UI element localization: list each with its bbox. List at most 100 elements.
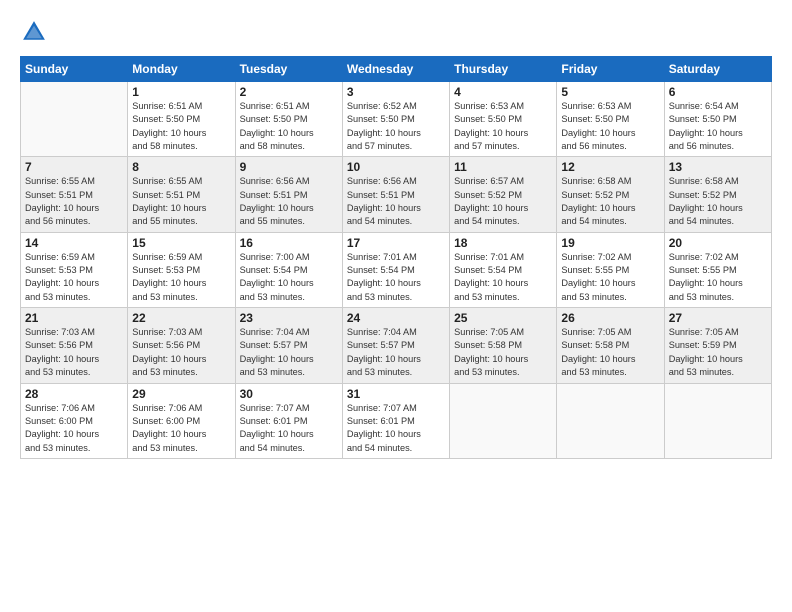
calendar-day-cell (557, 383, 664, 458)
calendar-day-cell: 6Sunrise: 6:54 AMSunset: 5:50 PMDaylight… (664, 82, 771, 157)
calendar-day-cell (21, 82, 128, 157)
calendar-day-header: Thursday (450, 57, 557, 82)
calendar-day-cell: 20Sunrise: 7:02 AMSunset: 5:55 PMDayligh… (664, 232, 771, 307)
day-number: 28 (25, 387, 123, 401)
day-number: 30 (240, 387, 338, 401)
day-info: Sunrise: 6:56 AMSunset: 5:51 PMDaylight:… (347, 175, 445, 228)
calendar-day-header: Monday (128, 57, 235, 82)
calendar-day-cell: 4Sunrise: 6:53 AMSunset: 5:50 PMDaylight… (450, 82, 557, 157)
day-number: 31 (347, 387, 445, 401)
calendar-day-cell: 14Sunrise: 6:59 AMSunset: 5:53 PMDayligh… (21, 232, 128, 307)
day-info: Sunrise: 7:07 AMSunset: 6:01 PMDaylight:… (347, 402, 445, 455)
day-info: Sunrise: 6:53 AMSunset: 5:50 PMDaylight:… (454, 100, 552, 153)
calendar-day-cell: 13Sunrise: 6:58 AMSunset: 5:52 PMDayligh… (664, 157, 771, 232)
day-info: Sunrise: 7:05 AMSunset: 5:59 PMDaylight:… (669, 326, 767, 379)
calendar-week-row: 14 Sunrise: 6:59 AMSunset: 5:53 PMDayligh… (21, 232, 772, 307)
day-number: 2 (240, 85, 338, 99)
calendar-day-cell (450, 383, 557, 458)
day-number: 6 (669, 85, 767, 99)
calendar-day-cell: 5Sunrise: 6:53 AMSunset: 5:50 PMDaylight… (557, 82, 664, 157)
calendar-day-cell: 27Sunrise: 7:05 AMSunset: 5:59 PMDayligh… (664, 308, 771, 383)
day-number: 29 (132, 387, 230, 401)
calendar-day-cell: 18Sunrise: 7:01 AMSunset: 5:54 PMDayligh… (450, 232, 557, 307)
calendar-day-cell: 10Sunrise: 6:56 AMSunset: 5:51 PMDayligh… (342, 157, 449, 232)
day-info: Sunrise: 7:01 AMSunset: 5:54 PMDaylight:… (347, 251, 445, 304)
calendar-day-cell: 2Sunrise: 6:51 AMSunset: 5:50 PMDaylight… (235, 82, 342, 157)
day-number: 24 (347, 311, 445, 325)
calendar-week-row: 28 Sunrise: 7:06 AMSunset: 6:00 PMDayligh… (21, 383, 772, 458)
day-number: 22 (132, 311, 230, 325)
day-number: 7 (25, 160, 123, 174)
day-number: 8 (132, 160, 230, 174)
day-number: 27 (669, 311, 767, 325)
day-number: 4 (454, 85, 552, 99)
day-info: Sunrise: 6:51 AMSunset: 5:50 PMDaylight:… (132, 100, 230, 153)
calendar-day-cell (664, 383, 771, 458)
day-number: 10 (347, 160, 445, 174)
day-info: Sunrise: 7:00 AMSunset: 5:54 PMDaylight:… (240, 251, 338, 304)
calendar-day-cell: 22Sunrise: 7:03 AMSunset: 5:56 PMDayligh… (128, 308, 235, 383)
day-number: 5 (561, 85, 659, 99)
calendar-day-cell: 19Sunrise: 7:02 AMSunset: 5:55 PMDayligh… (557, 232, 664, 307)
calendar-day-cell: 29Sunrise: 7:06 AMSunset: 6:00 PMDayligh… (128, 383, 235, 458)
day-info: Sunrise: 6:51 AMSunset: 5:50 PMDaylight:… (240, 100, 338, 153)
calendar-day-cell: 17Sunrise: 7:01 AMSunset: 5:54 PMDayligh… (342, 232, 449, 307)
calendar-day-header: Sunday (21, 57, 128, 82)
calendar-day-cell: 30Sunrise: 7:07 AMSunset: 6:01 PMDayligh… (235, 383, 342, 458)
calendar-day-cell: 21Sunrise: 7:03 AMSunset: 5:56 PMDayligh… (21, 308, 128, 383)
day-number: 12 (561, 160, 659, 174)
calendar-day-cell: 24Sunrise: 7:04 AMSunset: 5:57 PMDayligh… (342, 308, 449, 383)
day-info: Sunrise: 7:04 AMSunset: 5:57 PMDaylight:… (347, 326, 445, 379)
day-info: Sunrise: 6:57 AMSunset: 5:52 PMDaylight:… (454, 175, 552, 228)
calendar-day-cell: 3Sunrise: 6:52 AMSunset: 5:50 PMDaylight… (342, 82, 449, 157)
calendar-day-cell: 26Sunrise: 7:05 AMSunset: 5:58 PMDayligh… (557, 308, 664, 383)
day-number: 17 (347, 236, 445, 250)
calendar-day-header: Saturday (664, 57, 771, 82)
logo-icon (20, 18, 48, 46)
calendar-day-header: Tuesday (235, 57, 342, 82)
day-info: Sunrise: 6:54 AMSunset: 5:50 PMDaylight:… (669, 100, 767, 153)
calendar-day-cell: 25Sunrise: 7:05 AMSunset: 5:58 PMDayligh… (450, 308, 557, 383)
day-number: 25 (454, 311, 552, 325)
day-info: Sunrise: 7:02 AMSunset: 5:55 PMDaylight:… (669, 251, 767, 304)
day-number: 21 (25, 311, 123, 325)
day-number: 16 (240, 236, 338, 250)
day-number: 19 (561, 236, 659, 250)
calendar-day-cell: 15Sunrise: 6:59 AMSunset: 5:53 PMDayligh… (128, 232, 235, 307)
day-number: 1 (132, 85, 230, 99)
calendar-week-row: 7 Sunrise: 6:55 AMSunset: 5:51 PMDaylight… (21, 157, 772, 232)
calendar-day-header: Friday (557, 57, 664, 82)
calendar-day-cell: 7Sunrise: 6:55 AMSunset: 5:51 PMDaylight… (21, 157, 128, 232)
calendar-day-cell: 28Sunrise: 7:06 AMSunset: 6:00 PMDayligh… (21, 383, 128, 458)
day-number: 11 (454, 160, 552, 174)
day-number: 3 (347, 85, 445, 99)
day-number: 23 (240, 311, 338, 325)
day-number: 26 (561, 311, 659, 325)
calendar-week-row: 21 Sunrise: 7:03 AMSunset: 5:56 PMDayligh… (21, 308, 772, 383)
day-number: 20 (669, 236, 767, 250)
day-info: Sunrise: 7:06 AMSunset: 6:00 PMDaylight:… (132, 402, 230, 455)
calendar-day-cell: 11Sunrise: 6:57 AMSunset: 5:52 PMDayligh… (450, 157, 557, 232)
calendar-day-header: Wednesday (342, 57, 449, 82)
day-number: 15 (132, 236, 230, 250)
day-number: 18 (454, 236, 552, 250)
calendar-week-row: 1Sunrise: 6:51 AMSunset: 5:50 PMDaylight… (21, 82, 772, 157)
day-info: Sunrise: 6:52 AMSunset: 5:50 PMDaylight:… (347, 100, 445, 153)
day-number: 13 (669, 160, 767, 174)
day-info: Sunrise: 6:58 AMSunset: 5:52 PMDaylight:… (669, 175, 767, 228)
day-info: Sunrise: 6:55 AMSunset: 5:51 PMDaylight:… (132, 175, 230, 228)
calendar-day-cell: 8Sunrise: 6:55 AMSunset: 5:51 PMDaylight… (128, 157, 235, 232)
calendar-day-cell: 23Sunrise: 7:04 AMSunset: 5:57 PMDayligh… (235, 308, 342, 383)
day-info: Sunrise: 6:53 AMSunset: 5:50 PMDaylight:… (561, 100, 659, 153)
day-number: 14 (25, 236, 123, 250)
logo (20, 18, 52, 46)
day-info: Sunrise: 6:59 AMSunset: 5:53 PMDaylight:… (132, 251, 230, 304)
day-info: Sunrise: 7:01 AMSunset: 5:54 PMDaylight:… (454, 251, 552, 304)
day-info: Sunrise: 6:56 AMSunset: 5:51 PMDaylight:… (240, 175, 338, 228)
day-number: 9 (240, 160, 338, 174)
day-info: Sunrise: 7:07 AMSunset: 6:01 PMDaylight:… (240, 402, 338, 455)
calendar-day-cell: 9Sunrise: 6:56 AMSunset: 5:51 PMDaylight… (235, 157, 342, 232)
day-info: Sunrise: 6:58 AMSunset: 5:52 PMDaylight:… (561, 175, 659, 228)
day-info: Sunrise: 7:03 AMSunset: 5:56 PMDaylight:… (132, 326, 230, 379)
calendar-day-cell: 31Sunrise: 7:07 AMSunset: 6:01 PMDayligh… (342, 383, 449, 458)
